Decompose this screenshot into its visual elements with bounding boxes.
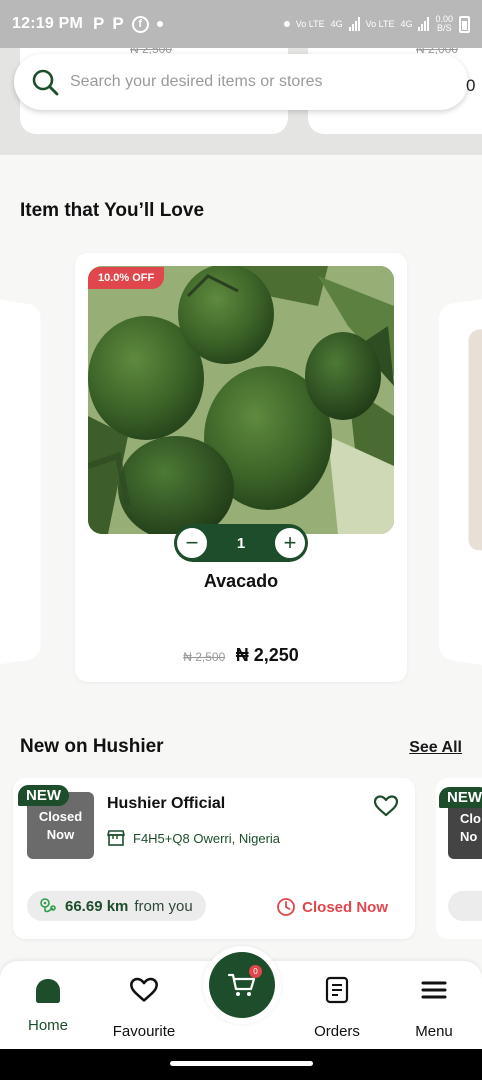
peek-store-card[interactable]: Clo No NEW <box>436 778 482 939</box>
product-image[interactable] <box>88 266 394 534</box>
quantity-value: 1 <box>236 534 246 552</box>
store-logo-line: Closed <box>38 808 83 824</box>
store-name: Hushier Official <box>107 795 226 812</box>
status-bar: 12:19 PM P P f Vo LTE 4G Vo LTE 4G 0.00 … <box>0 0 482 48</box>
product-card[interactable]: 10.0% OFF − 1 + Avacado ₦ 2,500 ₦ 2,250 <box>75 253 407 682</box>
nav-item-menu[interactable]: Menu <box>386 961 482 1049</box>
p-icon: P <box>92 14 105 33</box>
increase-quantity-button[interactable]: + <box>273 526 307 560</box>
store-card[interactable]: Closed Now NEW Hushier Official F4H5+Q8 … <box>13 778 415 939</box>
cart-button-inner: 0 <box>209 952 275 1018</box>
store-icon <box>107 830 125 846</box>
hamburger-menu-icon <box>421 975 447 1005</box>
system-icons: Vo LTE 4G Vo LTE 4G 0.00 B/S <box>283 15 470 33</box>
signal-icon <box>348 17 360 31</box>
peek-price-fragment: 0 <box>466 76 476 95</box>
store-status-text: Closed Now <box>302 898 388 916</box>
store-logo-line: Now <box>46 826 75 842</box>
old-price: ₦ 2,500 <box>183 650 226 664</box>
peek-product-image <box>468 323 482 553</box>
store-logo-line: No <box>460 829 478 844</box>
nav-item-orders[interactable]: Orders <box>289 961 385 1049</box>
avocado-photo <box>88 266 394 534</box>
store-address-text: F4H5+Q8 Owerri, Nigeria <box>133 830 281 846</box>
home-gesture-pill[interactable] <box>170 1061 313 1066</box>
store-address: F4H5+Q8 Owerri, Nigeria <box>107 830 280 846</box>
peek-product-card-right[interactable] <box>439 294 482 670</box>
store-logo-line: Clo <box>460 811 481 826</box>
location-pin-icon <box>40 898 56 913</box>
favourite-store-button[interactable] <box>373 794 399 823</box>
quantity-stepper[interactable]: − 1 + <box>174 524 308 562</box>
new-badge: NEW <box>18 785 69 806</box>
volte-icon: Vo LTE <box>365 19 395 29</box>
search-bar[interactable] <box>14 54 468 110</box>
product-name: Avacado <box>203 571 279 591</box>
dot-icon <box>283 21 290 27</box>
plus-icon: + <box>283 530 297 555</box>
discount-badge: 10.0% OFF <box>88 267 165 289</box>
new-price: ₦ 2,250 <box>235 645 299 665</box>
nav-label-orders: Orders <box>314 1023 360 1040</box>
cart-button[interactable]: 0 <box>203 946 281 1024</box>
search-icon <box>32 69 59 96</box>
distance-suffix: from you <box>134 897 193 915</box>
see-all-link[interactable]: See All <box>409 739 462 757</box>
clock-icon <box>277 898 296 916</box>
peek-product-card-left[interactable] <box>0 293 41 671</box>
signal-icon <box>418 17 430 31</box>
nav-label-favourite: Favourite <box>112 1023 176 1040</box>
new-badge: NEW <box>439 787 482 808</box>
data-speed-unit: B/S <box>436 23 452 33</box>
store-status: Closed Now <box>276 897 388 917</box>
distance-chip <box>448 891 482 921</box>
facebook-icon: f <box>131 15 149 33</box>
distance-chip: 66.69 km from you <box>27 891 206 921</box>
nav-label-menu: Menu <box>415 1023 453 1040</box>
home-icon <box>33 975 63 1005</box>
orders-icon <box>325 975 349 1005</box>
p-icon: P <box>112 14 124 33</box>
notification-icons: P P f <box>93 14 163 34</box>
system-navigation-bar <box>0 1049 482 1080</box>
network-type-label: 4G <box>400 19 413 29</box>
status-time: 12:19 PM <box>12 15 83 32</box>
minus-icon: − <box>185 530 199 555</box>
search-input[interactable] <box>70 73 450 91</box>
dot-icon <box>156 21 163 27</box>
nav-item-home[interactable]: Home <box>0 961 96 1049</box>
decrease-quantity-button[interactable]: − <box>175 526 209 560</box>
section-title-new: New on Hushier <box>20 736 164 757</box>
nav-label-home: Home <box>27 1017 68 1034</box>
data-speed-icon: 0.00 B/S <box>435 15 453 33</box>
section-title-love: Item that You’ll Love <box>20 200 205 221</box>
network-type-label: 4G <box>330 19 343 29</box>
price-row: ₦ 2,500 ₦ 2,250 <box>75 645 407 666</box>
distance-value: 66.69 km <box>65 897 129 915</box>
cart-count-badge: 0 <box>249 965 262 978</box>
nav-item-favourite[interactable]: Favourite <box>96 961 192 1049</box>
volte-icon: Vo LTE <box>295 19 325 29</box>
heart-icon <box>373 795 399 817</box>
heart-icon <box>129 975 159 1005</box>
battery-icon <box>459 15 470 33</box>
